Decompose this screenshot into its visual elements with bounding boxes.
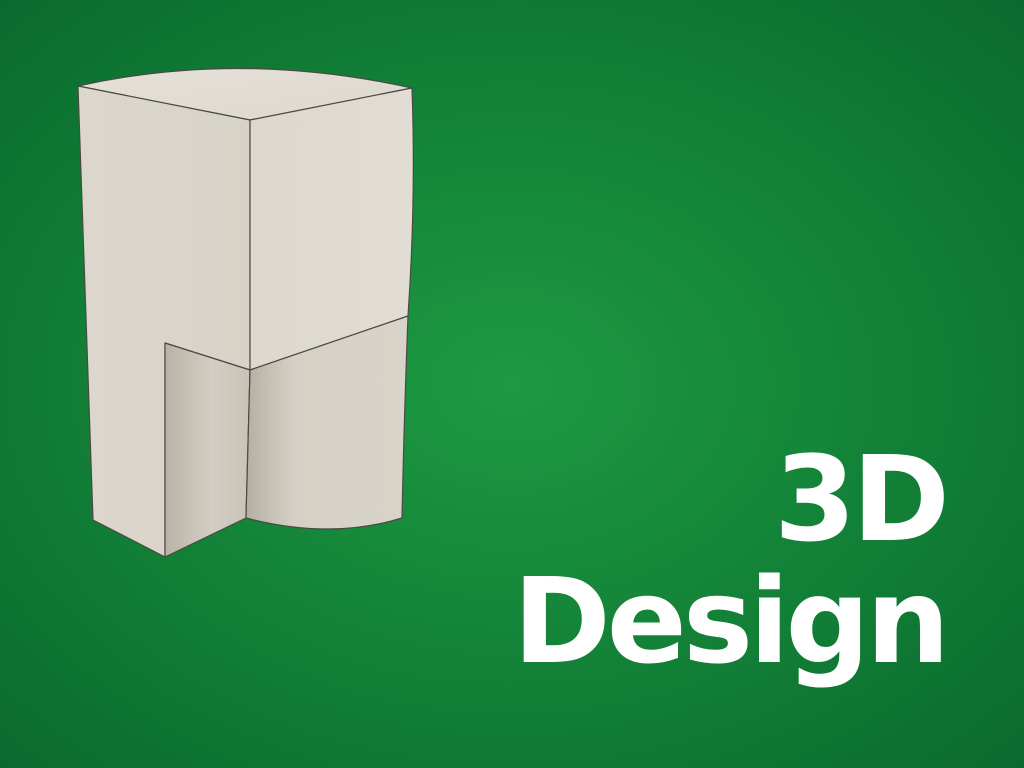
title-line-2: Design: [512, 552, 950, 690]
slide-canvas: 3D Design: [0, 0, 1024, 768]
title-line-1: 3D: [773, 430, 950, 568]
model-body: [77, 67, 414, 558]
slide-title: 3D Design: [512, 430, 950, 690]
